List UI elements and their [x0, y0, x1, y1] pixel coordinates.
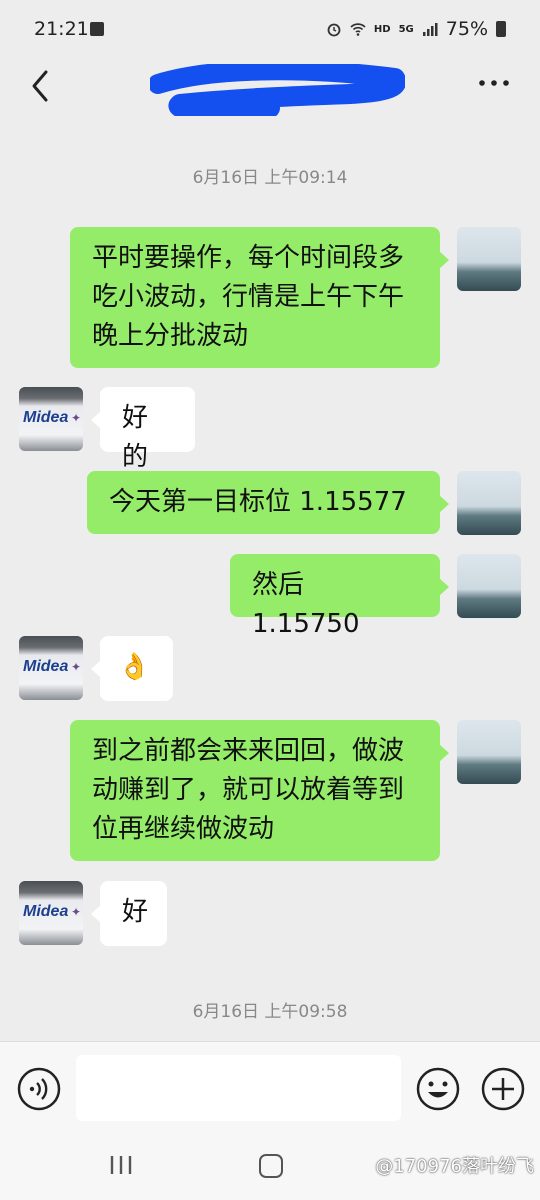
voice-icon[interactable] — [16, 1066, 62, 1112]
plus-icon[interactable] — [479, 1065, 527, 1113]
outgoing-message[interactable]: 然后 1.15750 — [230, 554, 449, 639]
incoming-message[interactable]: 好的 — [91, 387, 195, 472]
outgoing-message[interactable]: 今天第一目标位 1.15577 — [87, 471, 449, 534]
system-nav-bar: @170976落叶纷飞 — [0, 1134, 540, 1200]
timestamp: 6月16日 上午09:14 — [192, 168, 348, 188]
network-label: 5G — [398, 23, 414, 35]
midea-logo: Midea — [23, 658, 69, 675]
logo-mark-icon: ✦ — [70, 905, 81, 919]
midea-logo: Midea — [23, 903, 69, 920]
my-avatar[interactable] — [457, 554, 521, 618]
chat-header — [0, 60, 540, 120]
home-icon[interactable] — [259, 1154, 283, 1178]
logo-mark-icon: ✦ — [70, 411, 81, 425]
incoming-message[interactable]: 👌 — [91, 636, 173, 701]
status-bar: 21:21 HD 5G 75% — [0, 0, 540, 60]
input-bar — [0, 1041, 540, 1134]
message-input[interactable] — [76, 1055, 401, 1121]
recents-icon[interactable] — [108, 1154, 134, 1176]
notification-icon — [90, 22, 104, 36]
emoji-icon[interactable] — [414, 1065, 462, 1113]
timestamp: 6月16日 上午09:58 — [192, 1002, 348, 1022]
status-indicators: HD 5G 75% — [326, 18, 506, 40]
outgoing-message[interactable]: 平时要操作，每个时间段多 吃小波动，行情是上午下午 晚上分批波动 — [70, 227, 449, 368]
chevron-left-icon[interactable] — [22, 66, 62, 106]
outgoing-message[interactable]: 到之前都会来来回回，做波 动赚到了，就可以放着等到 位再继续做波动 — [70, 720, 449, 861]
incoming-message[interactable]: 好 — [91, 881, 167, 946]
watermark: @170976落叶纷飞 — [375, 1156, 534, 1177]
redacted-contact-name — [150, 64, 405, 116]
logo-mark-icon: ✦ — [70, 660, 81, 674]
hd-label: HD — [373, 23, 391, 35]
my-avatar[interactable] — [457, 720, 521, 784]
alarm-icon — [327, 23, 341, 37]
battery-percent: 75% — [445, 18, 488, 40]
my-avatar[interactable] — [457, 227, 521, 291]
more-dots-icon[interactable] — [474, 72, 514, 94]
status-time: 21:21 — [34, 18, 89, 40]
midea-logo: Midea — [23, 409, 69, 426]
contact-avatar[interactable]: Midea ✦ — [19, 881, 83, 945]
contact-avatar[interactable]: Midea ✦ — [19, 387, 83, 451]
signal-icon — [422, 23, 438, 36]
contact-avatar[interactable]: Midea ✦ — [19, 636, 83, 700]
battery-icon — [496, 21, 506, 37]
wifi-icon — [350, 23, 366, 36]
my-avatar[interactable] — [457, 471, 521, 535]
